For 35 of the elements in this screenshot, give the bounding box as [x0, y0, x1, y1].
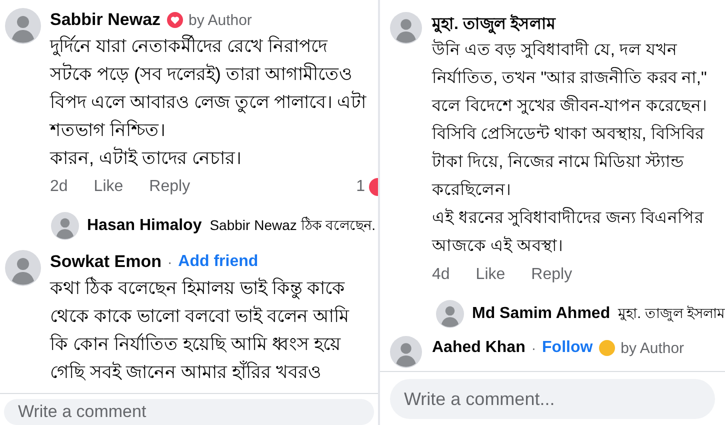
commenter-name[interactable]: Aahed Khan	[432, 339, 526, 357]
timestamp[interactable]: 4d	[432, 266, 450, 284]
comment-text: কথা ঠিক বলেছেন হিমালয় ভাই কিন্তু কাকে থেকে কাকে ভালো বলবো ভাই বলেন আমি কি কোন নির্যাতিত হয়েছি আমি ধ্বংস হয়ে গেছি সবই জানেন আমার হাঁরির খবরও	[50, 276, 350, 384]
separator-dot: ·	[167, 254, 172, 270]
commenter-name[interactable]: Sabbir Newaz	[50, 10, 161, 30]
comment-text: উনি এত বড় সুবিধাবাদী যে, দল যখন নির্যাতিত, তখন "আর রাজনীতি করব না," বলে বিদেশে সুখের জীবন-যাপন করেছেন। বিসিবি প্রেসিডেন্ট থাকা অবস্থায়, বিসিবির টাকা দিয়ে, নিজের নামে মিডিয়া স্ট্যান্ড করেছিলেন। এই ধরনের সুবিধাবাদীদের জন্য বিএনপির আজকে এই অবস্থা।	[432, 38, 708, 257]
separator-dot: ·	[531, 340, 536, 356]
commenter-name[interactable]: মুহা. তাজুল ইসলাম	[432, 10, 556, 38]
add-friend-link[interactable]: Add friend	[178, 253, 258, 271]
commenter-name[interactable]: Hasan Himaloy	[87, 217, 202, 235]
commenter-name[interactable]: Md Samim Ahmed	[472, 305, 610, 323]
like-link[interactable]: Like	[94, 178, 124, 196]
avatar[interactable]	[5, 8, 41, 44]
heart-badge-icon	[166, 12, 183, 28]
avatar[interactable]	[390, 12, 422, 44]
emoji-icon	[598, 340, 615, 356]
follow-link[interactable]: Follow	[542, 339, 593, 357]
comment-text: দুর্দিনে যারা নেতাকর্মীদের রেখে নিরাপদে সটকে পড়ে (সব দলেরই) তারা আগামীতেও বিপদ এলে আবারও লেজ তুলে পালাবে। এটা শতভাগ নিশ্চিত। কারন, এটাই তাদের নেচার।	[50, 34, 368, 170]
avatar[interactable]	[51, 212, 79, 240]
reaction-icon	[369, 178, 378, 196]
reply-link[interactable]: Reply	[149, 178, 190, 196]
commenter-name[interactable]: Sowkat Emon	[50, 252, 162, 272]
avatar[interactable]	[5, 250, 41, 286]
reply-link[interactable]: Reply	[531, 266, 572, 284]
reaction-count[interactable]: 1	[356, 178, 365, 196]
timestamp[interactable]: 2d	[50, 178, 68, 196]
comment-field[interactable]: Write a comment	[4, 399, 374, 425]
reply-text: মুহা. তাজুল ইসলাম	[618, 304, 725, 324]
avatar[interactable]	[390, 336, 422, 368]
reply-text: Sabbir Newaz ঠিক বলেছেন.	[210, 216, 376, 235]
comment-field[interactable]: Write a comment...	[390, 379, 715, 419]
author-label: by Author	[188, 12, 252, 28]
like-link[interactable]: Like	[476, 266, 506, 284]
avatar[interactable]	[436, 300, 464, 328]
author-label: by Author	[620, 340, 684, 356]
